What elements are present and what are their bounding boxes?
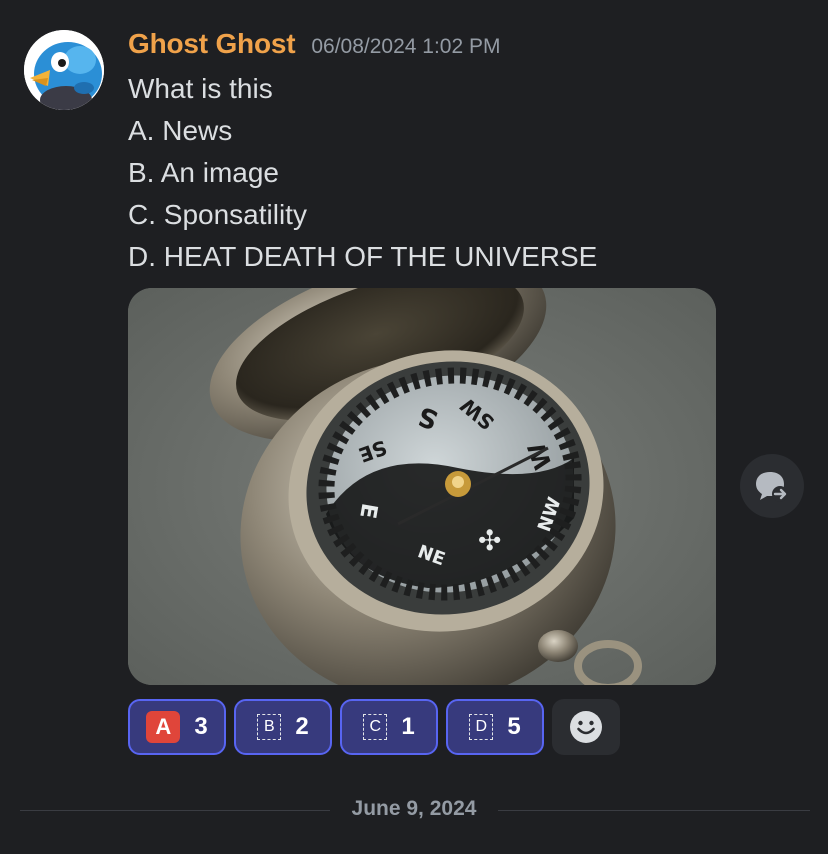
reaction-count: 5	[507, 713, 521, 740]
message-line: D. HEAT DEATH OF THE UNIVERSE	[128, 241, 598, 272]
smiley-icon	[570, 711, 602, 743]
letter-d-emoji-icon: D	[469, 714, 494, 740]
message-content: What is this A. News B. An image C. Spon…	[128, 68, 597, 278]
chat-view: Ghost Ghost 06/08/2024 1:02 PM What is t…	[0, 0, 828, 854]
letter-a-emoji-icon: A	[146, 711, 181, 743]
reaction-d[interactable]: D 5	[446, 699, 544, 755]
reaction-count: 1	[401, 713, 415, 740]
forward-thread-button[interactable]	[740, 454, 804, 518]
image-attachment[interactable]: S SW SE W E NW NE ✣	[128, 288, 716, 685]
add-reaction-button[interactable]	[552, 699, 620, 755]
message-line: A. News	[128, 115, 233, 146]
date-divider-line	[20, 810, 330, 811]
compass-image: S SW SE W E NW NE ✣	[128, 288, 716, 685]
reaction-c[interactable]: C 1	[340, 699, 438, 755]
message-line: C. Sponsatility	[128, 199, 307, 230]
message-timestamp[interactable]: 06/08/2024 1:02 PM	[311, 35, 500, 59]
message-header: Ghost Ghost 06/08/2024 1:02 PM	[128, 28, 501, 64]
forward-thread-icon	[756, 472, 788, 502]
date-divider-line	[498, 810, 810, 811]
bird-avatar-icon	[24, 30, 104, 110]
reaction-count: 3	[194, 713, 208, 740]
message-line: B. An image	[128, 157, 279, 188]
username[interactable]: Ghost Ghost	[128, 28, 296, 60]
reaction-b[interactable]: B 2	[234, 699, 332, 755]
reaction-count: 2	[295, 713, 309, 740]
reaction-a[interactable]: A 3	[128, 699, 226, 755]
svg-text:✣: ✣	[478, 524, 501, 557]
message-line: What is this	[128, 73, 273, 104]
user-avatar[interactable]	[24, 30, 104, 110]
date-divider-label: June 9, 2024	[351, 797, 477, 820]
letter-b-emoji-icon: B	[257, 714, 282, 740]
reactions-bar: A 3 B 2 C 1 D 5	[128, 699, 620, 755]
letter-c-emoji-icon: C	[363, 714, 388, 740]
